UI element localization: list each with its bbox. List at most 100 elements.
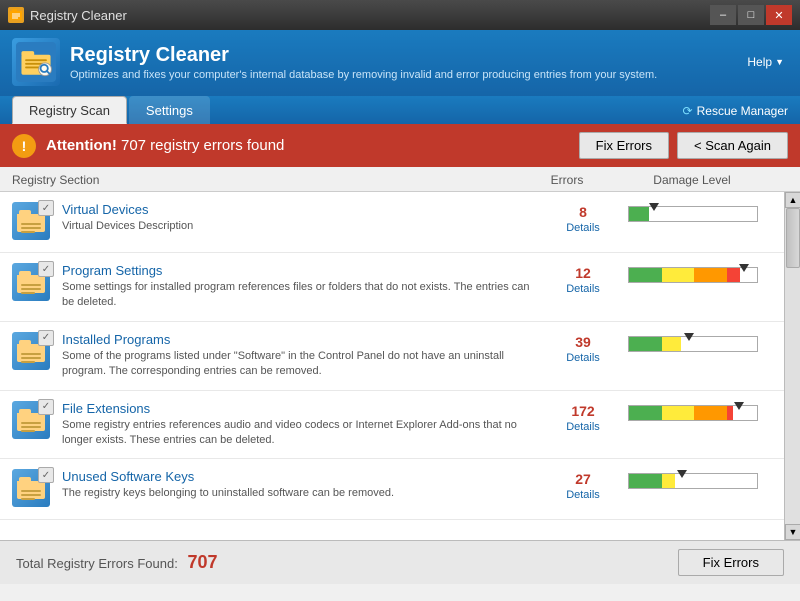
damage-arrow-icon <box>649 203 659 211</box>
scrollbar[interactable]: ▲ ▼ <box>784 192 800 540</box>
item-checkbox[interactable]: ✓ <box>38 467 54 483</box>
item-desc: Some registry entries references audio a… <box>62 418 538 449</box>
close-button[interactable]: ✕ <box>766 5 792 25</box>
details-link[interactable]: Details <box>538 222 628 234</box>
item-icon: ✓ <box>12 202 52 242</box>
item-damage <box>628 263 788 283</box>
scroll-content: ✓ Virtual Devices Virtual Devices Descri… <box>0 192 800 520</box>
details-link[interactable]: Details <box>538 283 628 295</box>
footer-count: 707 <box>187 552 217 572</box>
footer-label: Total Registry Errors Found: <box>16 556 178 571</box>
details-link[interactable]: Details <box>538 352 628 364</box>
item-main: Unused Software Keys The registry keys b… <box>62 469 538 501</box>
item-icon: ✓ <box>12 332 52 372</box>
app-description: Optimizes and fixes your computer's inte… <box>70 69 657 81</box>
scrollbar-thumb[interactable] <box>786 208 800 268</box>
tab-bar: Registry Scan Settings ⟳ Rescue Manager <box>0 96 800 124</box>
minimize-button[interactable]: – <box>710 5 736 25</box>
scrollbar-down-button[interactable]: ▼ <box>785 524 800 540</box>
rescue-icon: ⟳ <box>683 104 693 118</box>
item-main: Installed Programs Some of the programs … <box>62 332 538 380</box>
item-desc: Some of the programs listed under "Softw… <box>62 349 538 380</box>
app-header: Registry Cleaner Optimizes and fixes you… <box>0 30 800 96</box>
col-header-section: Registry Section <box>12 173 522 187</box>
registry-item-program-settings: ✓ Program Settings Some settings for ins… <box>0 253 800 322</box>
alert-icon: ! <box>12 134 36 158</box>
item-main: Program Settings Some settings for insta… <box>62 263 538 311</box>
item-title[interactable]: Unused Software Keys <box>62 469 538 484</box>
item-errors: 172 Details <box>538 401 628 433</box>
fix-errors-button[interactable]: Fix Errors <box>579 132 669 159</box>
header-left: Registry Cleaner Optimizes and fixes you… <box>12 38 657 86</box>
damage-bar <box>628 206 758 222</box>
item-icon: ✓ <box>12 401 52 441</box>
item-title[interactable]: Program Settings <box>62 263 538 278</box>
alert-banner: ! Attention! 707 registry errors found F… <box>0 124 800 167</box>
item-main: File Extensions Some registry entries re… <box>62 401 538 449</box>
error-count: 172 <box>538 403 628 419</box>
col-header-errors: Errors <box>522 173 612 187</box>
maximize-button[interactable]: □ <box>738 5 764 25</box>
scan-again-button[interactable]: < Scan Again <box>677 132 788 159</box>
item-damage <box>628 401 788 421</box>
damage-bar <box>628 405 758 421</box>
error-count: 39 <box>538 334 628 350</box>
rescue-manager-button[interactable]: ⟳ Rescue Manager <box>683 104 788 124</box>
item-checkbox[interactable]: ✓ <box>38 261 54 277</box>
damage-arrow-icon <box>684 333 694 341</box>
alert-buttons: Fix Errors < Scan Again <box>579 132 788 159</box>
registry-item-virtual-devices: ✓ Virtual Devices Virtual Devices Descri… <box>0 192 800 253</box>
item-title[interactable]: File Extensions <box>62 401 538 416</box>
title-bar: Registry Cleaner – □ ✕ <box>0 0 800 30</box>
details-link[interactable]: Details <box>538 489 628 501</box>
item-desc: Some settings for installed program refe… <box>62 280 538 311</box>
item-title[interactable]: Installed Programs <box>62 332 538 347</box>
footer-total: Total Registry Errors Found: 707 <box>16 552 218 573</box>
item-main: Virtual Devices Virtual Devices Descript… <box>62 202 538 234</box>
registry-item-installed-programs: ✓ Installed Programs Some of the program… <box>0 322 800 391</box>
item-icon: ✓ <box>12 469 52 509</box>
registry-item-file-extensions: ✓ File Extensions Some registry entries … <box>0 391 800 460</box>
item-errors: 27 Details <box>538 469 628 501</box>
table-header: Registry Section Errors Damage Level <box>0 167 800 192</box>
registry-list: ✓ Virtual Devices Virtual Devices Descri… <box>0 192 800 540</box>
scrollbar-up-button[interactable]: ▲ <box>785 192 800 208</box>
item-damage <box>628 469 788 489</box>
title-bar-controls: – □ ✕ <box>710 5 792 25</box>
help-dropdown-arrow-icon: ▼ <box>775 57 784 67</box>
damage-arrow-icon <box>739 264 749 272</box>
item-damage <box>628 332 788 352</box>
item-desc: The registry keys belonging to uninstall… <box>62 486 538 501</box>
tab-registry-scan[interactable]: Registry Scan <box>12 96 127 124</box>
header-text: Registry Cleaner Optimizes and fixes you… <box>70 44 657 81</box>
tabs: Registry Scan Settings <box>12 96 210 124</box>
item-title[interactable]: Virtual Devices <box>62 202 538 217</box>
footer-fix-errors-button[interactable]: Fix Errors <box>678 549 784 576</box>
damage-bar <box>628 267 758 283</box>
app-small-icon <box>8 7 24 23</box>
error-count: 8 <box>538 204 628 220</box>
title-bar-title: Registry Cleaner <box>30 8 127 23</box>
col-scrollbar-spacer <box>772 173 788 187</box>
damage-bar <box>628 336 758 352</box>
error-message: 707 registry errors found <box>121 137 284 154</box>
app-title: Registry Cleaner <box>70 44 657 67</box>
item-checkbox[interactable]: ✓ <box>38 330 54 346</box>
details-link[interactable]: Details <box>538 421 628 433</box>
item-checkbox[interactable]: ✓ <box>38 399 54 415</box>
item-checkbox[interactable]: ✓ <box>38 200 54 216</box>
damage-arrow-icon <box>734 402 744 410</box>
app-header-icon <box>12 38 60 86</box>
main-content: ! Attention! 707 registry errors found F… <box>0 124 800 584</box>
item-errors: 12 Details <box>538 263 628 295</box>
help-button[interactable]: Help ▼ <box>747 55 784 69</box>
registry-item-unused-software: ✓ Unused Software Keys The registry keys… <box>0 459 800 520</box>
col-header-damage: Damage Level <box>612 173 772 187</box>
item-errors: 8 Details <box>538 202 628 234</box>
item-desc: Virtual Devices Description <box>62 219 538 234</box>
tab-settings[interactable]: Settings <box>129 96 210 124</box>
title-bar-left: Registry Cleaner <box>8 7 127 23</box>
damage-bar <box>628 473 758 489</box>
attention-label: Attention! <box>46 137 117 154</box>
item-icon: ✓ <box>12 263 52 303</box>
